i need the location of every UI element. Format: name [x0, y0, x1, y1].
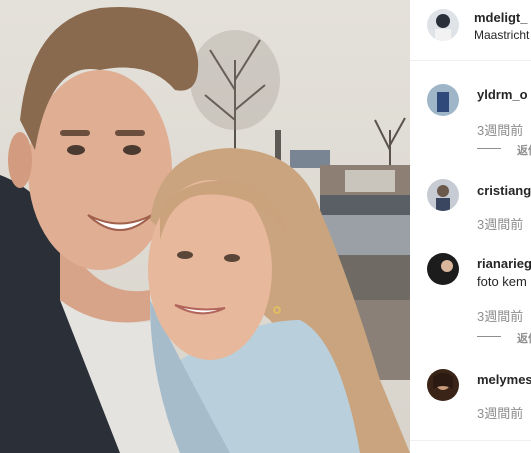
- commenter-username[interactable]: yldrm_o: [477, 87, 528, 102]
- commenter-avatar[interactable]: [427, 84, 459, 116]
- comment-text: foto kem: [477, 274, 527, 289]
- comment-time: 3週間前: [477, 309, 524, 324]
- post-location[interactable]: Maastricht: [474, 28, 529, 42]
- commenter-username[interactable]: rianarieg: [477, 256, 531, 271]
- comment-time: 3週間前: [477, 123, 524, 138]
- post-header: mdeligt_ Maastricht: [410, 0, 531, 61]
- comment-time: 3週間前: [477, 217, 524, 232]
- view-replies-button[interactable]: 返信: [517, 330, 531, 346]
- view-replies-button[interactable]: 返信: [517, 142, 531, 158]
- comment-time: 3週間前: [477, 406, 524, 421]
- commenter-avatar[interactable]: [427, 369, 459, 401]
- replies-divider: [477, 148, 501, 149]
- commenter-avatar[interactable]: [427, 179, 459, 211]
- replies-divider: [477, 336, 501, 337]
- actions-divider: [410, 440, 531, 441]
- commenter-avatar[interactable]: [427, 253, 459, 285]
- commenter-username[interactable]: cristiang: [477, 183, 531, 198]
- commenter-username[interactable]: melymes: [477, 372, 531, 387]
- author-avatar[interactable]: [427, 9, 459, 41]
- comments-panel: mdeligt_ Maastricht yldrm_o 3週間前 返信 cris…: [410, 0, 531, 453]
- post-photo[interactable]: [0, 0, 410, 453]
- author-username[interactable]: mdeligt_: [474, 10, 527, 25]
